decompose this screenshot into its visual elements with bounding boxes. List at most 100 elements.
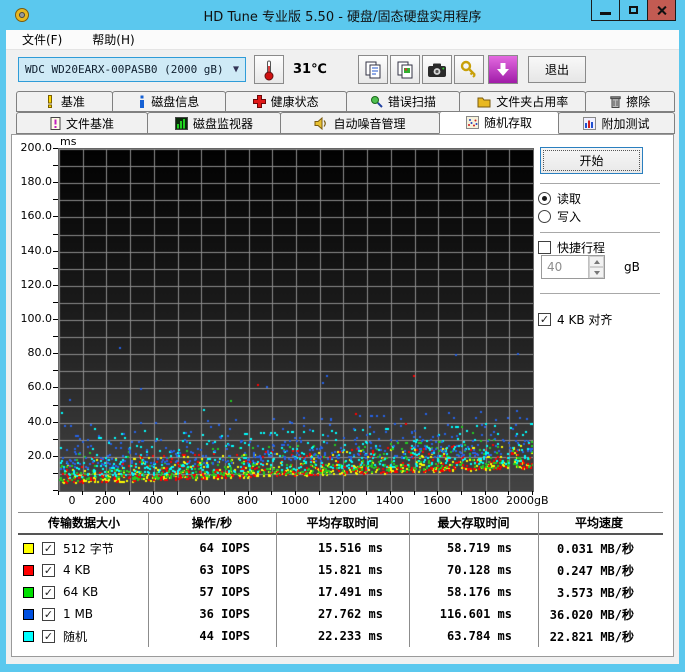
y-tick-label: 200.0 bbox=[20, 141, 53, 154]
spin-up-button[interactable] bbox=[589, 256, 604, 267]
y-axis-unit-label: ms bbox=[60, 135, 77, 148]
table-header-row: 传输数据大小 操作/秒 平均存取时间 最大存取时间 平均速度 bbox=[20, 514, 660, 531]
avg-speed-value: 22.821 MB/秒 bbox=[549, 629, 634, 644]
y-tick-label: 80.0 bbox=[27, 346, 53, 360]
random-access-panel: ms 20.0 40.0 60.0 80.0 100.0 120.0 140.0 160.0 1… bbox=[11, 134, 674, 657]
col-header-iops: 操作/秒 bbox=[191, 516, 233, 530]
x-tick-mark bbox=[461, 491, 462, 495]
tab-disk-info[interactable]: 磁盘信息 bbox=[111, 91, 226, 112]
align-checkbox-label: 4 KB 对齐 bbox=[557, 313, 613, 327]
copy-image-button[interactable] bbox=[390, 55, 420, 84]
short-stroke-unit-label: gB bbox=[624, 260, 640, 274]
x-tick-mark bbox=[342, 491, 343, 495]
tab-extra-tests[interactable]: 附加测试 bbox=[558, 112, 675, 134]
series-swatch-64kb bbox=[23, 586, 34, 598]
random-access-icon bbox=[465, 116, 479, 129]
read-option[interactable]: 读取 bbox=[538, 190, 581, 207]
health-cross-icon bbox=[252, 95, 266, 108]
y-tick-label: 120.0 bbox=[20, 277, 53, 291]
menu-file[interactable]: 文件(F) bbox=[18, 30, 66, 49]
x-tick-mark bbox=[414, 491, 415, 495]
tab-folder-usage[interactable]: 文件夹占用率 bbox=[459, 91, 587, 112]
y-tick-mark bbox=[53, 199, 58, 200]
copy-text-button[interactable] bbox=[358, 55, 388, 84]
y-tick-mark bbox=[53, 422, 58, 423]
series-checkbox-64kb[interactable]: ✓ bbox=[42, 585, 55, 599]
table-top-line bbox=[18, 512, 663, 513]
y-tick-mark bbox=[53, 405, 58, 406]
tab-aam[interactable]: 自动噪音管理 bbox=[280, 112, 440, 134]
avg-access-value: 17.491 ms bbox=[317, 585, 383, 599]
col-header-avg-speed: 平均速度 bbox=[574, 516, 623, 530]
benchmark-icon bbox=[47, 95, 52, 108]
write-radio[interactable] bbox=[538, 210, 551, 223]
short-stroke-checkbox[interactable] bbox=[538, 241, 551, 254]
drive-select-dropdown[interactable]: WDC WD20EARX-00PASB0 (2000 gB) ▼ bbox=[18, 57, 246, 82]
tab-erase[interactable]: 擦除 bbox=[585, 91, 675, 112]
x-tick-mark bbox=[105, 491, 106, 495]
close-button[interactable] bbox=[647, 0, 676, 21]
x-tick-mark bbox=[224, 491, 225, 495]
series-checkbox-1mb[interactable]: ✓ bbox=[42, 607, 55, 621]
x-tick-mark bbox=[200, 491, 201, 495]
speaker-icon bbox=[314, 116, 327, 130]
separator bbox=[540, 183, 660, 184]
series-checkbox-random[interactable]: ✓ bbox=[42, 629, 55, 643]
series-checkbox-512b[interactable]: ✓ bbox=[42, 541, 55, 555]
avg-access-value: 15.516 ms bbox=[317, 541, 383, 555]
col-header-max-access: 最大存取时间 bbox=[437, 516, 510, 530]
spin-down-icon bbox=[593, 270, 600, 275]
tab-file-benchmark[interactable]: 文件基准 bbox=[16, 112, 148, 134]
series-checkbox-4kb[interactable]: ✓ bbox=[42, 563, 55, 577]
avg-speed-value: 3.573 MB/秒 bbox=[556, 585, 634, 600]
start-button[interactable]: 开始 bbox=[540, 147, 643, 174]
drive-select-value: WDC WD20EARX-00PASB0 (2000 gB) bbox=[25, 63, 224, 76]
x-tick-mark bbox=[508, 491, 509, 495]
align-option[interactable]: ✓ 4 KB 对齐 bbox=[538, 311, 612, 328]
results-table: ✓ 512 字节 64 IOPS 15.516 ms 58.719 ms 0.0… bbox=[20, 537, 660, 647]
y-tick-label: 20.0 bbox=[27, 448, 53, 462]
minimize-icon bbox=[600, 11, 611, 15]
update-download-button[interactable] bbox=[488, 55, 518, 84]
menu-help[interactable]: 帮助(H) bbox=[88, 30, 138, 49]
short-stroke-size-input[interactable]: 40 bbox=[541, 255, 605, 279]
window-controls bbox=[591, 0, 676, 21]
thermometer-icon bbox=[264, 60, 274, 80]
temperature-button[interactable] bbox=[254, 55, 284, 84]
y-tick-label: 140.0 bbox=[20, 243, 53, 257]
x-tick-mark bbox=[82, 491, 83, 495]
x-tick-label: 600 bbox=[189, 494, 211, 507]
exit-button[interactable]: 退出 bbox=[528, 56, 586, 83]
minimize-button[interactable] bbox=[591, 0, 620, 21]
y-tick-mark bbox=[53, 285, 58, 286]
series-label: 4 KB bbox=[63, 563, 91, 577]
spin-down-button[interactable] bbox=[589, 267, 604, 278]
y-tick-label: 40.0 bbox=[27, 414, 53, 428]
avg-speed-value: 0.031 MB/秒 bbox=[556, 541, 634, 556]
x-tick-mark bbox=[248, 491, 249, 495]
max-access-value: 58.176 ms bbox=[446, 585, 512, 599]
screenshot-button[interactable] bbox=[422, 55, 452, 84]
table-row: ✓ 4 KB bbox=[20, 563, 148, 577]
y-tick-mark bbox=[53, 165, 58, 166]
license-button[interactable] bbox=[454, 55, 484, 84]
x-tick-mark bbox=[366, 491, 367, 495]
align-checkbox[interactable]: ✓ bbox=[538, 313, 551, 326]
short-stroke-option[interactable]: 快捷行程 bbox=[538, 239, 605, 256]
read-radio[interactable] bbox=[538, 192, 551, 205]
tab-health[interactable]: 健康状态 bbox=[224, 91, 347, 112]
col-header-avg-access: 平均存取时间 bbox=[306, 516, 379, 530]
tab-benchmark[interactable]: 基准 bbox=[16, 91, 113, 112]
menu-bar: 文件(F) 帮助(H) bbox=[6, 30, 679, 50]
tab-disk-monitor[interactable]: 磁盘监视器 bbox=[147, 112, 281, 134]
tab-error-scan[interactable]: 错误扫描 bbox=[345, 91, 461, 112]
x-tick-mark bbox=[532, 491, 533, 495]
x-tick-label: 400 bbox=[142, 494, 164, 507]
y-tick-mark bbox=[53, 216, 58, 217]
avg-access-value: 15.821 ms bbox=[317, 563, 383, 577]
x-tick-mark bbox=[129, 491, 130, 495]
write-option[interactable]: 写入 bbox=[538, 208, 581, 225]
maximize-button[interactable] bbox=[619, 0, 648, 21]
tab-random-access[interactable]: 随机存取 bbox=[439, 111, 559, 134]
x-tick-mark bbox=[390, 491, 391, 495]
